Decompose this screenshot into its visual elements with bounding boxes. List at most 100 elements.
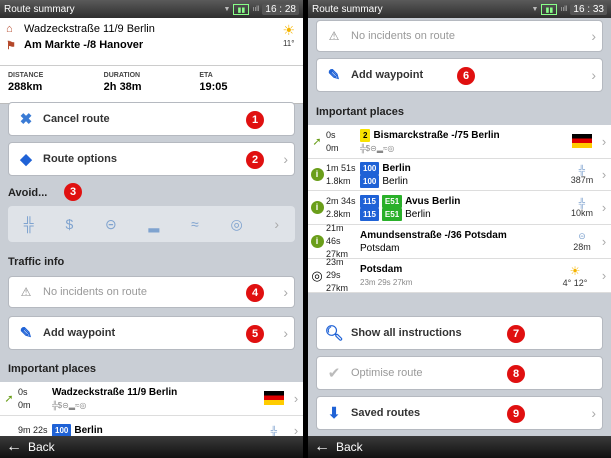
pin-icon: ✎ — [19, 325, 33, 342]
chevron-right-icon: › — [601, 167, 607, 182]
gps-icon: ▼ — [531, 5, 539, 13]
item-main: 115 E51 Avus Berlin 115 E51 Berlin — [360, 194, 567, 221]
road-tag: 115 — [360, 207, 379, 221]
place-name: Amundsenstraße -/36 Potsdam — [360, 229, 507, 241]
chevron-right-icon: › — [283, 151, 288, 167]
avoid-vignette-icon[interactable]: ◎ — [230, 216, 242, 233]
time: 21m 46s — [326, 223, 344, 246]
euro-road-tag: E51 — [381, 207, 403, 221]
list-item[interactable]: ➚ 0s 0m 2 Bismarckstraße -/75 Berlin ╬$⊝▂≈◎… — [308, 125, 611, 159]
clock: 16 : 28 — [262, 3, 299, 15]
button-label: Route options — [43, 153, 117, 165]
cancel-route-button[interactable]: ✖ Cancel route 1 — [8, 102, 295, 136]
item-icon: i — [308, 235, 326, 248]
place-name: Bismarckstraße -/75 Berlin — [373, 129, 500, 141]
route-options-button[interactable]: ◆ Route options 2 › — [8, 142, 295, 176]
side-value: 28m — [573, 242, 591, 252]
distance: 27km — [326, 283, 349, 293]
screen-title: Route summary — [312, 3, 383, 15]
stat-value: 2h 38m — [103, 81, 142, 93]
route-from: Wadzeckstraße 11/9 Berlin — [24, 23, 155, 35]
item-main: Amundsenstraße -/36 Potsdam Potsdam — [360, 229, 567, 255]
germany-flag-icon — [264, 390, 284, 405]
chevron-right-icon: › — [283, 284, 288, 300]
item-icon: i — [308, 168, 326, 181]
distance: 2.8km — [326, 208, 351, 219]
item-time: 0s 0m — [18, 386, 52, 412]
avoid-ferry-icon[interactable]: ▂ — [149, 216, 160, 233]
route-stats: DISTANCE 288km DURATION 2h 38m ETA 19:05 — [0, 66, 303, 104]
time: 0s — [18, 386, 28, 397]
info-icon: i — [310, 201, 324, 214]
list-item[interactable]: i 2m 34s 2.8km 115 E51 Avus Berlin 115 E51 Ber… — [308, 191, 611, 225]
chevron-right-icon: › — [283, 325, 288, 341]
stat-label: DISTANCE — [8, 72, 44, 79]
saved-routes-button[interactable]: ⬇ Saved routes 9 › — [316, 396, 603, 430]
avoid-restricted-icon[interactable]: ⊝ — [105, 216, 117, 233]
road-tag: 100 — [360, 161, 380, 175]
home-icon: ⌂ — [6, 23, 13, 35]
info-icon: i — [310, 235, 324, 248]
left-screen: Route summary ▼ ▮▮ ııll 16 : 28 ⌂ Wadzeck… — [0, 0, 303, 458]
annotation-badge: 9 — [507, 405, 525, 423]
item-side — [259, 390, 289, 407]
chevron-right-icon: › — [601, 200, 607, 215]
warning-icon: ⚠ — [20, 285, 32, 299]
button-label: Show all instructions — [351, 327, 462, 339]
highway-icon: ╬ — [578, 164, 586, 175]
place-name: Potsdam — [360, 263, 403, 275]
status-bar: Route summary ▼ ▮▮ ııll 16 : 28 — [0, 0, 303, 18]
annotation-badge: 6 — [457, 67, 475, 85]
list-item[interactable]: i 1m 51s 1.8km 100 Berlin 100 Berlin ╬ 387m › — [308, 159, 611, 191]
download-icon: ⬇ — [327, 405, 341, 422]
distance: 0m — [18, 399, 31, 410]
destination-icon: ◎ — [311, 267, 323, 283]
item-time: 0s 0m — [326, 129, 360, 155]
annotation-badge: 1 — [246, 111, 264, 129]
list-item[interactable]: ◎ 23m 29s 27km Potsdam 23m 29s 27km ☀ 4° 12… — [308, 256, 611, 295]
annotation-badge: 4 — [246, 284, 264, 302]
places-list: ➚ 0s 0m 2 Bismarckstraße -/75 Berlin ╬$⊝▂≈◎… — [308, 125, 611, 293]
avoid-highway-icon[interactable]: ╬ — [24, 216, 34, 232]
button-label: Optimise route — [351, 367, 423, 379]
list-item[interactable]: i 21m 46s 27km Amundsenstraße -/36 Potsda… — [308, 223, 611, 259]
places-header: Important places — [8, 363, 97, 375]
item-main: 2 Bismarckstraße -/75 Berlin ╬$⊝▂≈◎ — [360, 128, 567, 155]
side-value: 4° 12° — [562, 277, 588, 288]
chevron-right-icon: › — [293, 391, 299, 406]
item-side — [567, 133, 597, 150]
back-bar[interactable]: ← Back — [0, 436, 303, 458]
show-all-instructions-button[interactable]: 🔍︎ Show all instructions 7 — [316, 316, 603, 350]
add-waypoint-button[interactable]: ✎ Add waypoint 6 › — [316, 58, 603, 92]
item-label: No incidents on route — [351, 30, 455, 42]
restricted-icon: ⊝ — [578, 231, 586, 241]
germany-flag-icon — [572, 133, 592, 148]
highway-icon: ╬ — [270, 425, 278, 436]
avoid-toll-icon[interactable]: $ — [66, 216, 74, 232]
avoid-unpaved-icon[interactable]: ≈ — [191, 216, 199, 232]
status-bar: Route summary ▼ ▮▮ ııll 16 : 33 — [308, 0, 611, 18]
clock: 16 : 33 — [570, 3, 607, 15]
stat-value: 19:05 — [199, 81, 228, 93]
item-time: 23m 29s 27km — [326, 256, 360, 295]
annotation-badge: 8 — [507, 365, 525, 383]
stat-distance: DISTANCE 288km — [8, 72, 104, 103]
traffic-incidents-item[interactable]: ⚠ No incidents on route 4 › — [8, 276, 295, 308]
optimise-route-button[interactable]: ✔ Optimise route 8 — [316, 356, 603, 390]
item-side: ╬ 10km — [567, 198, 597, 218]
item-side: ╬ 387m — [567, 165, 597, 185]
traffic-incidents-item[interactable]: ⚠ No incidents on route › — [316, 20, 603, 52]
signal-icon: ııll — [560, 5, 568, 13]
stat-label: ETA — [199, 72, 213, 79]
button-label: Saved routes — [351, 407, 421, 419]
destination-flag-icon: ⚑ — [6, 39, 16, 52]
item-time: 1m 51s 1.8km — [326, 162, 360, 188]
add-waypoint-button[interactable]: ✎ Add waypoint 5 › — [8, 316, 295, 350]
list-item[interactable]: ➚ 0s 0m Wadzeckstraße 11/9 Berlin ╬$⊝▂≈◎ › — [0, 382, 303, 416]
back-bar[interactable]: ← Back — [308, 436, 611, 458]
back-label: Back — [336, 440, 363, 454]
chevron-right-icon: › — [274, 216, 280, 232]
pin-icon: ✎ — [327, 67, 341, 84]
time: 2m 34s — [326, 195, 356, 206]
place-name: Berlin — [74, 425, 103, 436]
